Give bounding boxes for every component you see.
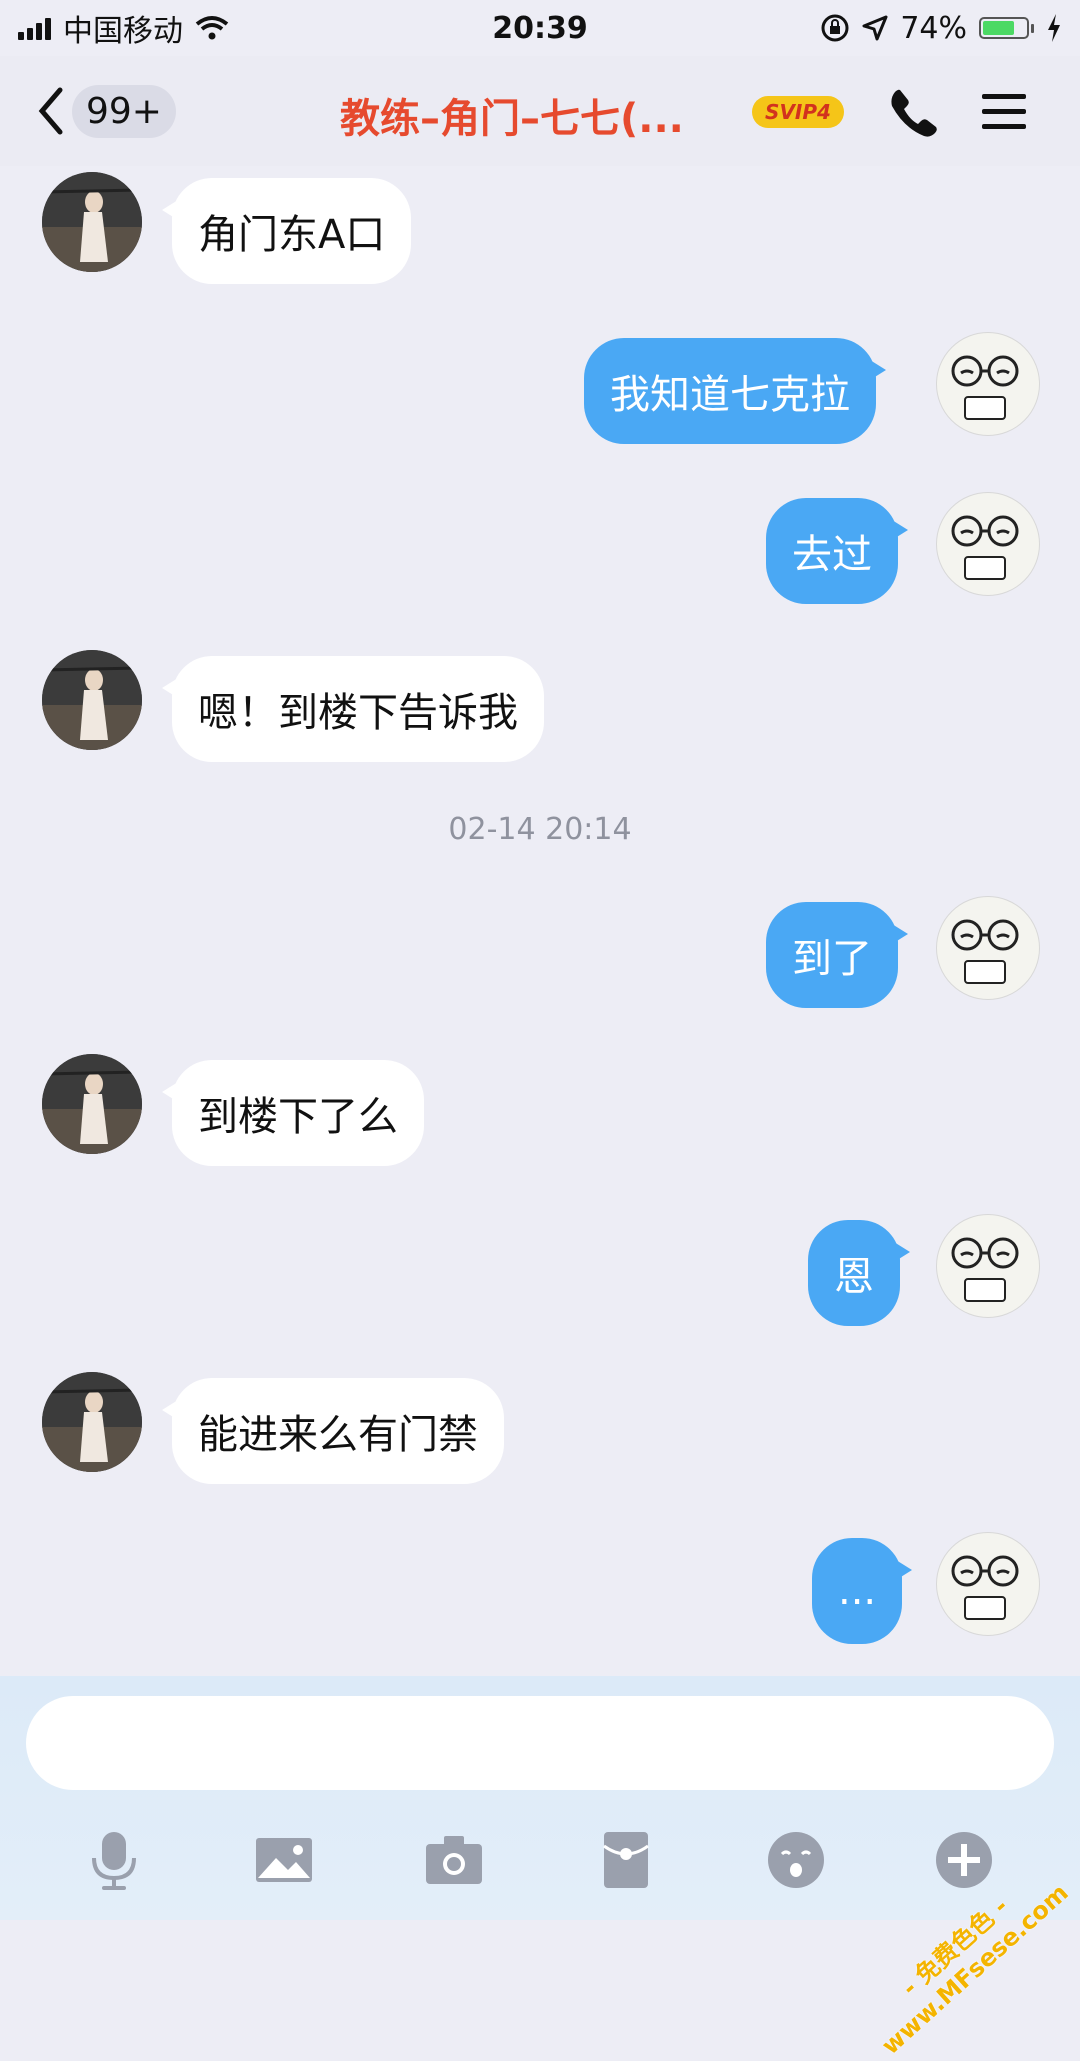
- contact-avatar-image: [42, 1054, 142, 1154]
- contact-avatar[interactable]: [42, 1054, 142, 1154]
- rotation-lock-icon: [821, 14, 849, 42]
- my-avatar[interactable]: [936, 1214, 1040, 1318]
- status-left: 中国移动: [18, 6, 229, 50]
- message-bubble-sent[interactable]: 到了: [766, 902, 908, 1008]
- wifi-icon: [195, 16, 229, 40]
- signal-icon: [18, 16, 51, 40]
- contact-avatar-image: [42, 650, 142, 750]
- carrier-label: 中国移动: [63, 14, 183, 49]
- back-button[interactable]: 99+: [36, 78, 176, 144]
- my-avatar[interactable]: [936, 896, 1040, 1000]
- watermark-line2: www.MFsese.com: [875, 1878, 1074, 2061]
- message-bubble-received[interactable]: 嗯！到楼下告诉我: [162, 656, 544, 762]
- status-right: 74%: [820, 11, 1062, 46]
- unread-count-badge: 99+: [72, 84, 176, 138]
- phone-call-icon[interactable]: [886, 84, 942, 140]
- contact-avatar-image: [42, 172, 142, 272]
- my-avatar-image: [951, 919, 1019, 984]
- message-input[interactable]: [26, 1696, 1054, 1790]
- input-area: - 免费色色 - www.MFsese.com: [0, 1676, 1080, 2060]
- message-bubble-received[interactable]: 到楼下了么: [162, 1060, 424, 1166]
- emoji-icon[interactable]: [764, 1828, 828, 1892]
- message-bubble-received[interactable]: 角门东A口: [161, 178, 412, 284]
- location-icon: [862, 15, 888, 41]
- battery-percent: 74%: [900, 10, 967, 46]
- camera-icon[interactable]: [422, 1828, 486, 1892]
- chevron-left-icon: [38, 87, 63, 135]
- contact-avatar[interactable]: [42, 1372, 142, 1472]
- message-bubble-sent[interactable]: ...: [812, 1538, 913, 1644]
- image-icon[interactable]: [252, 1828, 316, 1892]
- chat-header: 99+ 教练–角门–七七(... SVIP4: [0, 56, 1080, 166]
- message-bubble-received[interactable]: 能进来么有门禁: [162, 1378, 504, 1484]
- message-list[interactable]: 角门东A口 我知道七克拉 去过 嗯！到楼下告诉我 02-14 20:14 到了 …: [0, 166, 1080, 1676]
- message-bubble-sent[interactable]: 去过: [766, 498, 908, 604]
- my-avatar-image: [951, 515, 1019, 580]
- chat-title[interactable]: 教练–角门–七七(...: [340, 86, 684, 144]
- message-timestamp: 02-14 20:14: [448, 812, 632, 847]
- contact-avatar[interactable]: [42, 172, 142, 272]
- menu-icon[interactable]: [980, 92, 1028, 132]
- microphone-icon[interactable]: [82, 1828, 146, 1892]
- my-avatar[interactable]: [936, 492, 1040, 596]
- message-bubble-sent[interactable]: 恩: [808, 1220, 910, 1326]
- svip-badge: SVIP4: [752, 96, 844, 128]
- my-avatar-image: [951, 1555, 1019, 1620]
- my-avatar-image: [951, 1237, 1019, 1302]
- contact-avatar-image: [42, 1372, 142, 1472]
- my-avatar-image: [951, 355, 1019, 420]
- contact-avatar[interactable]: [42, 650, 142, 750]
- red-packet-icon[interactable]: [594, 1828, 658, 1892]
- message-bubble-sent[interactable]: 我知道七克拉: [584, 338, 886, 444]
- battery-icon: [979, 17, 1034, 39]
- charging-icon: [1048, 14, 1060, 42]
- plus-icon[interactable]: [932, 1828, 996, 1892]
- status-bar: 中国移动 20:39 74%: [0, 0, 1080, 56]
- my-avatar[interactable]: [936, 1532, 1040, 1636]
- my-avatar[interactable]: [936, 332, 1040, 436]
